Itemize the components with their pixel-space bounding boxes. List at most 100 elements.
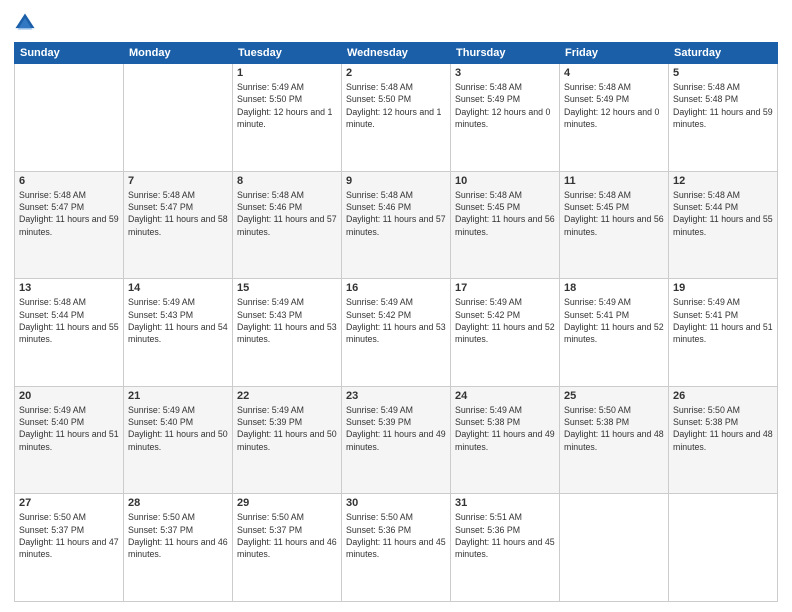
calendar-week-row: 13 Sunrise: 5:48 AM Sunset: 5:44 PM Dayli… (15, 279, 778, 387)
calendar-cell: 8 Sunrise: 5:48 AM Sunset: 5:46 PM Daylig… (233, 171, 342, 279)
day-number: 31 (455, 497, 555, 509)
day-number: 13 (19, 282, 119, 294)
day-number: 6 (19, 175, 119, 187)
day-info: Sunrise: 5:49 AM Sunset: 5:40 PM Dayligh… (128, 404, 228, 453)
day-info: Sunrise: 5:50 AM Sunset: 5:37 PM Dayligh… (128, 511, 228, 560)
day-number: 16 (346, 282, 446, 294)
calendar-week-row: 20 Sunrise: 5:49 AM Sunset: 5:40 PM Dayli… (15, 386, 778, 494)
day-number: 24 (455, 390, 555, 402)
calendar-cell: 6 Sunrise: 5:48 AM Sunset: 5:47 PM Daylig… (15, 171, 124, 279)
day-of-week-header: Thursday (451, 43, 560, 64)
calendar-cell (15, 64, 124, 172)
day-info: Sunrise: 5:49 AM Sunset: 5:40 PM Dayligh… (19, 404, 119, 453)
day-number: 5 (673, 67, 773, 79)
day-number: 4 (564, 67, 664, 79)
day-info: Sunrise: 5:48 AM Sunset: 5:50 PM Dayligh… (346, 81, 446, 130)
calendar-cell: 15 Sunrise: 5:49 AM Sunset: 5:43 PM Dayli… (233, 279, 342, 387)
day-number: 1 (237, 67, 337, 79)
calendar-cell: 30Sunrise: 5:50 AM Sunset: 5:36 PM Dayli… (342, 494, 451, 602)
calendar-header-row: SundayMondayTuesdayWednesdayThursdayFrid… (15, 43, 778, 64)
calendar-table: SundayMondayTuesdayWednesdayThursdayFrid… (14, 42, 778, 602)
day-info: Sunrise: 5:48 AM Sunset: 5:49 PM Dayligh… (564, 81, 664, 130)
day-info: Sunrise: 5:48 AM Sunset: 5:49 PM Dayligh… (455, 81, 555, 130)
day-info: Sunrise: 5:49 AM Sunset: 5:38 PM Dayligh… (455, 404, 555, 453)
day-of-week-header: Wednesday (342, 43, 451, 64)
day-number: 10 (455, 175, 555, 187)
calendar-cell: 1Sunrise: 5:49 AM Sunset: 5:50 PM Daylig… (233, 64, 342, 172)
day-info: Sunrise: 5:48 AM Sunset: 5:47 PM Dayligh… (19, 189, 119, 238)
day-number: 11 (564, 175, 664, 187)
day-number: 12 (673, 175, 773, 187)
calendar-cell: 29Sunrise: 5:50 AM Sunset: 5:37 PM Dayli… (233, 494, 342, 602)
day-of-week-header: Sunday (15, 43, 124, 64)
day-number: 3 (455, 67, 555, 79)
day-info: Sunrise: 5:49 AM Sunset: 5:41 PM Dayligh… (673, 296, 773, 345)
calendar-week-row: 27Sunrise: 5:50 AM Sunset: 5:37 PM Dayli… (15, 494, 778, 602)
day-info: Sunrise: 5:50 AM Sunset: 5:38 PM Dayligh… (564, 404, 664, 453)
calendar-cell: 12 Sunrise: 5:48 AM Sunset: 5:44 PM Dayli… (669, 171, 778, 279)
day-info: Sunrise: 5:50 AM Sunset: 5:36 PM Dayligh… (346, 511, 446, 560)
calendar-cell: 16Sunrise: 5:49 AM Sunset: 5:42 PM Dayli… (342, 279, 451, 387)
day-of-week-header: Saturday (669, 43, 778, 64)
day-of-week-header: Monday (124, 43, 233, 64)
day-info: Sunrise: 5:48 AM Sunset: 5:46 PM Dayligh… (346, 189, 446, 238)
calendar-cell: 21Sunrise: 5:49 AM Sunset: 5:40 PM Dayli… (124, 386, 233, 494)
calendar-cell (669, 494, 778, 602)
day-info: Sunrise: 5:50 AM Sunset: 5:37 PM Dayligh… (19, 511, 119, 560)
calendar-cell: 24 Sunrise: 5:49 AM Sunset: 5:38 PM Dayli… (451, 386, 560, 494)
day-number: 7 (128, 175, 228, 187)
day-info: Sunrise: 5:49 AM Sunset: 5:43 PM Dayligh… (237, 296, 337, 345)
calendar-cell: 7 Sunrise: 5:48 AM Sunset: 5:47 PM Daylig… (124, 171, 233, 279)
day-info: Sunrise: 5:48 AM Sunset: 5:46 PM Dayligh… (237, 189, 337, 238)
day-info: Sunrise: 5:50 AM Sunset: 5:38 PM Dayligh… (673, 404, 773, 453)
calendar-cell (124, 64, 233, 172)
calendar-cell: 19 Sunrise: 5:49 AM Sunset: 5:41 PM Dayli… (669, 279, 778, 387)
day-number: 20 (19, 390, 119, 402)
calendar-cell: 28 Sunrise: 5:50 AM Sunset: 5:37 PM Dayli… (124, 494, 233, 602)
day-number: 18 (564, 282, 664, 294)
day-info: Sunrise: 5:48 AM Sunset: 5:45 PM Dayligh… (564, 189, 664, 238)
logo-icon (14, 12, 36, 34)
header (14, 12, 778, 34)
day-number: 28 (128, 497, 228, 509)
calendar-cell: 23Sunrise: 5:49 AM Sunset: 5:39 PM Dayli… (342, 386, 451, 494)
day-number: 19 (673, 282, 773, 294)
day-info: Sunrise: 5:49 AM Sunset: 5:39 PM Dayligh… (346, 404, 446, 453)
calendar-week-row: 1Sunrise: 5:49 AM Sunset: 5:50 PM Daylig… (15, 64, 778, 172)
day-info: Sunrise: 5:49 AM Sunset: 5:42 PM Dayligh… (455, 296, 555, 345)
calendar-cell: 22 Sunrise: 5:49 AM Sunset: 5:39 PM Dayli… (233, 386, 342, 494)
day-info: Sunrise: 5:49 AM Sunset: 5:39 PM Dayligh… (237, 404, 337, 453)
calendar-cell: 20 Sunrise: 5:49 AM Sunset: 5:40 PM Dayli… (15, 386, 124, 494)
calendar-cell: 9 Sunrise: 5:48 AM Sunset: 5:46 PM Daylig… (342, 171, 451, 279)
page: SundayMondayTuesdayWednesdayThursdayFrid… (0, 0, 792, 612)
day-info: Sunrise: 5:48 AM Sunset: 5:44 PM Dayligh… (673, 189, 773, 238)
day-number: 2 (346, 67, 446, 79)
day-number: 14 (128, 282, 228, 294)
day-number: 25 (564, 390, 664, 402)
calendar-cell (560, 494, 669, 602)
day-number: 22 (237, 390, 337, 402)
calendar-cell: 10Sunrise: 5:48 AM Sunset: 5:45 PM Dayli… (451, 171, 560, 279)
day-info: Sunrise: 5:50 AM Sunset: 5:37 PM Dayligh… (237, 511, 337, 560)
calendar-cell: 27Sunrise: 5:50 AM Sunset: 5:37 PM Dayli… (15, 494, 124, 602)
day-number: 9 (346, 175, 446, 187)
calendar-cell: 17Sunrise: 5:49 AM Sunset: 5:42 PM Dayli… (451, 279, 560, 387)
calendar-cell: 14 Sunrise: 5:49 AM Sunset: 5:43 PM Dayli… (124, 279, 233, 387)
day-info: Sunrise: 5:48 AM Sunset: 5:47 PM Dayligh… (128, 189, 228, 238)
calendar-cell: 31Sunrise: 5:51 AM Sunset: 5:36 PM Dayli… (451, 494, 560, 602)
logo (14, 12, 40, 34)
day-info: Sunrise: 5:49 AM Sunset: 5:41 PM Dayligh… (564, 296, 664, 345)
day-info: Sunrise: 5:49 AM Sunset: 5:43 PM Dayligh… (128, 296, 228, 345)
calendar-week-row: 6 Sunrise: 5:48 AM Sunset: 5:47 PM Daylig… (15, 171, 778, 279)
calendar-cell: 4 Sunrise: 5:48 AM Sunset: 5:49 PM Daylig… (560, 64, 669, 172)
day-number: 26 (673, 390, 773, 402)
day-of-week-header: Tuesday (233, 43, 342, 64)
calendar-cell: 2 Sunrise: 5:48 AM Sunset: 5:50 PM Daylig… (342, 64, 451, 172)
calendar-cell: 11 Sunrise: 5:48 AM Sunset: 5:45 PM Dayli… (560, 171, 669, 279)
calendar-cell: 25 Sunrise: 5:50 AM Sunset: 5:38 PM Dayli… (560, 386, 669, 494)
calendar-cell: 26 Sunrise: 5:50 AM Sunset: 5:38 PM Dayli… (669, 386, 778, 494)
day-info: Sunrise: 5:48 AM Sunset: 5:44 PM Dayligh… (19, 296, 119, 345)
day-number: 8 (237, 175, 337, 187)
day-info: Sunrise: 5:48 AM Sunset: 5:48 PM Dayligh… (673, 81, 773, 130)
day-number: 15 (237, 282, 337, 294)
